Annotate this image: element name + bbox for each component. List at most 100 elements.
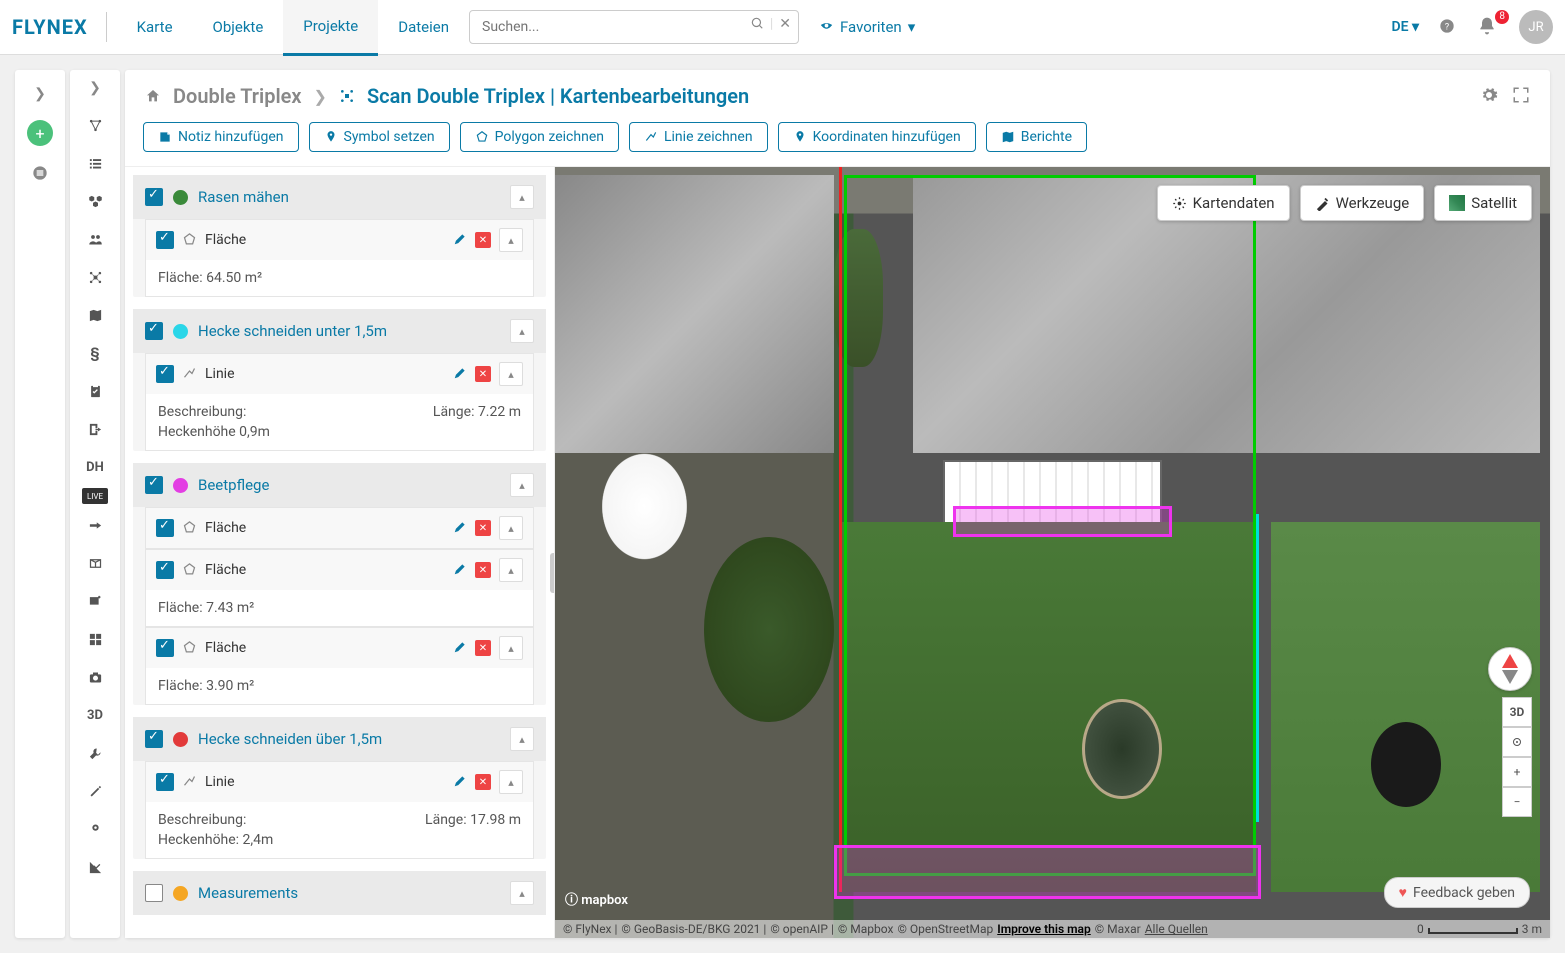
grid-icon[interactable]: [78, 622, 112, 656]
delete-icon[interactable]: ✕: [475, 232, 491, 248]
collapse-button[interactable]: ▴: [499, 770, 523, 794]
add-note-button[interactable]: Notiz hinzufügen: [143, 122, 299, 152]
checkbox[interactable]: [145, 884, 163, 902]
checkbox[interactable]: [145, 188, 163, 206]
edit-icon[interactable]: [453, 640, 467, 656]
edit-icon[interactable]: [453, 774, 467, 790]
network-icon[interactable]: [78, 108, 112, 142]
overlay-polygon-magenta[interactable]: [953, 506, 1172, 537]
collapse-button[interactable]: ▴: [499, 636, 523, 660]
edit-icon[interactable]: [453, 232, 467, 248]
box-icon[interactable]: [78, 546, 112, 580]
reports-button[interactable]: Berichte: [986, 122, 1087, 152]
item-header[interactable]: Linie ✕ ▴: [146, 762, 533, 802]
chart-icon[interactable]: [78, 850, 112, 884]
help-icon[interactable]: ?: [1439, 17, 1459, 37]
group-header[interactable]: Hecke schneiden unter 1,5m ▴: [133, 309, 546, 353]
map-icon[interactable]: [78, 298, 112, 332]
checkbox[interactable]: [156, 639, 174, 657]
delete-icon[interactable]: ✕: [475, 366, 491, 382]
delete-icon[interactable]: ✕: [475, 640, 491, 656]
draw-polygon-button[interactable]: Polygon zeichnen: [460, 122, 619, 152]
chevron-right-icon[interactable]: ❯: [34, 86, 46, 102]
construction-icon[interactable]: [78, 774, 112, 808]
item-header[interactable]: Fläche ✕ ▴: [146, 508, 533, 548]
edit-icon[interactable]: [453, 562, 467, 578]
compass-icon[interactable]: [1488, 647, 1532, 691]
zoom-in-button[interactable]: +: [1502, 757, 1532, 787]
drone-icon[interactable]: [78, 260, 112, 294]
avatar[interactable]: JR: [1519, 10, 1553, 44]
users-icon[interactable]: [78, 222, 112, 256]
add-coords-button[interactable]: Koordinaten hinzufügen: [778, 122, 976, 152]
checkbox[interactable]: [156, 561, 174, 579]
image-plus-icon[interactable]: [78, 584, 112, 618]
group-header[interactable]: Beetpflege ▴: [133, 463, 546, 507]
3d-label[interactable]: 3D: [78, 698, 112, 732]
map-data-button[interactable]: Kartendaten: [1157, 185, 1290, 221]
map-view[interactable]: Kartendaten Werkzeuge Satellit 3D + − ♥F…: [555, 167, 1550, 938]
tab-karte[interactable]: Karte: [117, 0, 193, 54]
locate-button[interactable]: [1502, 727, 1532, 757]
clipboard-icon[interactable]: [78, 374, 112, 408]
feedback-button[interactable]: ♥Feedback geben: [1384, 877, 1530, 908]
item-header[interactable]: Fläche ✕ ▴: [146, 220, 533, 260]
language-selector[interactable]: DE ▾: [1391, 19, 1419, 35]
checkbox[interactable]: [156, 773, 174, 791]
collapse-button[interactable]: ▴: [510, 319, 534, 343]
cubes-icon[interactable]: [78, 184, 112, 218]
checkbox[interactable]: [156, 519, 174, 537]
set-symbol-button[interactable]: Symbol setzen: [309, 122, 450, 152]
checkbox[interactable]: [156, 231, 174, 249]
list-icon[interactable]: [78, 146, 112, 180]
group-header[interactable]: Hecke schneiden über 1,5m ▴: [133, 717, 546, 761]
breadcrumb-object[interactable]: Double Triplex: [173, 84, 302, 108]
clear-search-icon[interactable]: ✕: [779, 16, 791, 32]
improve-map-link[interactable]: Improve this map: [997, 922, 1090, 936]
live-icon[interactable]: LIVE: [82, 488, 108, 504]
section-icon[interactable]: §: [78, 336, 112, 370]
camera-icon[interactable]: [78, 660, 112, 694]
collapse-button[interactable]: ▴: [510, 473, 534, 497]
fullscreen-icon[interactable]: [1512, 86, 1530, 107]
collapse-button[interactable]: ▴: [499, 558, 523, 582]
menu-icon[interactable]: [32, 164, 48, 183]
favorites-button[interactable]: Favoriten ▾: [819, 18, 915, 36]
collapse-button[interactable]: ▴: [499, 228, 523, 252]
delete-icon[interactable]: ✕: [475, 562, 491, 578]
group-header[interactable]: Measurements ▴: [133, 871, 546, 915]
item-header[interactable]: Linie ✕ ▴: [146, 354, 533, 394]
checkbox[interactable]: [145, 730, 163, 748]
plane-icon[interactable]: [78, 508, 112, 542]
collapse-button[interactable]: ▴: [510, 881, 534, 905]
group-header[interactable]: Rasen mähen ▴: [133, 175, 546, 219]
map-satellite-button[interactable]: Satellit: [1434, 185, 1532, 221]
edit-icon[interactable]: [453, 366, 467, 382]
edit-icon[interactable]: [453, 520, 467, 536]
tab-projekte[interactable]: Projekte: [283, 0, 378, 56]
notifications-button[interactable]: 8: [1471, 16, 1503, 38]
item-header[interactable]: Fläche ✕ ▴: [146, 550, 533, 590]
gear-pin-icon[interactable]: [78, 812, 112, 846]
overlay-line-red[interactable]: [839, 167, 842, 892]
tab-objekte[interactable]: Objekte: [193, 0, 284, 54]
overlay-polygon-magenta[interactable]: [834, 845, 1262, 899]
checkbox[interactable]: [156, 365, 174, 383]
annotations-panel[interactable]: Rasen mähen ▴ Fläche ✕ ▴ Fläche: 64.50 m…: [125, 167, 555, 938]
home-icon[interactable]: [145, 87, 161, 106]
search-icon[interactable]: [750, 16, 764, 32]
add-button[interactable]: +: [27, 120, 53, 146]
collapse-button[interactable]: ▴: [510, 185, 534, 209]
3d-toggle[interactable]: 3D: [1502, 697, 1532, 727]
map-tools-button[interactable]: Werkzeuge: [1300, 185, 1425, 221]
wrench-icon[interactable]: [78, 736, 112, 770]
delete-icon[interactable]: ✕: [475, 520, 491, 536]
tab-dateien[interactable]: Dateien: [378, 0, 469, 54]
export-icon[interactable]: [78, 412, 112, 446]
item-header[interactable]: Fläche ✕ ▴: [146, 628, 533, 668]
overlay-line-cyan[interactable]: [1256, 514, 1259, 822]
dh-label[interactable]: DH: [78, 450, 112, 484]
checkbox[interactable]: [145, 476, 163, 494]
collapse-button[interactable]: ▴: [499, 362, 523, 386]
collapse-button[interactable]: ▴: [499, 516, 523, 540]
